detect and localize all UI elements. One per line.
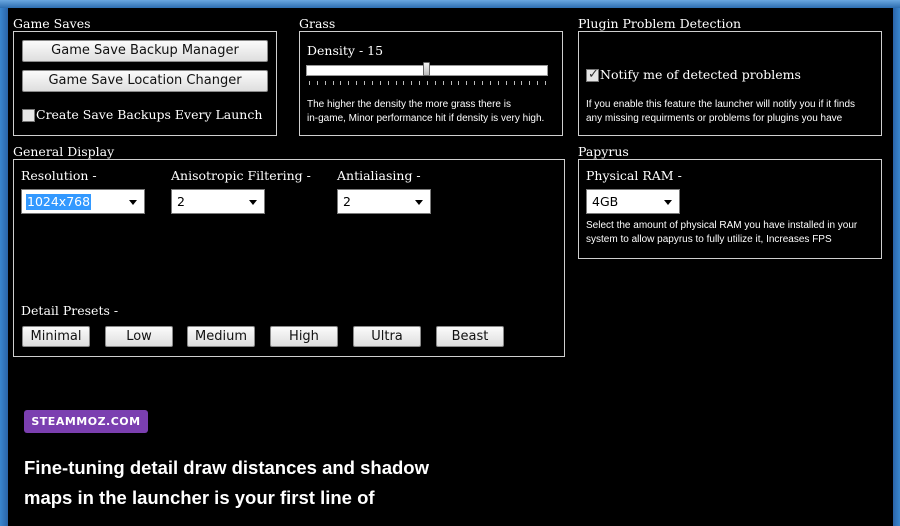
anisotropic-filtering-select[interactable]: 2 [171, 189, 265, 214]
caption-line2: maps in the launcher is your first line … [24, 487, 375, 508]
slider-tick [434, 81, 436, 85]
grass-title: Grass [299, 16, 336, 31]
physical-ram-label: Physical RAM - [586, 168, 682, 183]
preset-beast-button[interactable]: Beast [436, 326, 504, 347]
preset-minimal-button[interactable]: Minimal [22, 326, 90, 347]
papyrus-title: Papyrus [578, 144, 629, 159]
slider-tick [340, 81, 342, 85]
grass-description-line2: in-game, Minor performance hit if densit… [307, 113, 545, 124]
slider-tick [489, 81, 491, 85]
slider-tick [419, 81, 421, 85]
physical-ram-value: 4GB [592, 194, 619, 209]
grass-description-line1: The higher the density the more grass th… [307, 99, 511, 110]
game-save-location-changer-button[interactable]: Game Save Location Changer [22, 70, 268, 92]
resolution-select[interactable]: 1024x768 [21, 189, 145, 214]
density-slider-thumb[interactable] [423, 62, 430, 76]
antialiasing-label: Antialiasing - [337, 168, 421, 183]
slider-tick [324, 81, 326, 85]
preset-low-button[interactable]: Low [105, 326, 173, 347]
slider-tick [387, 81, 389, 85]
chevron-down-icon [415, 200, 423, 205]
chevron-down-icon [129, 200, 137, 205]
slider-tick [458, 81, 460, 85]
detail-presets-label: Detail Presets - [21, 303, 119, 318]
plugin-description-line1: If you enable this feature the launcher … [586, 99, 856, 110]
slider-tick [513, 81, 515, 85]
game-saves-title: Game Saves [13, 16, 91, 31]
slider-tick [521, 81, 523, 85]
plugin-description-line2: any missing requirments or problems for … [586, 113, 843, 124]
slider-tick [427, 81, 428, 85]
slider-tick [309, 81, 310, 85]
papyrus-description-line2: system to allow papyrus to fully utilize… [586, 234, 832, 245]
preset-high-button[interactable]: High [270, 326, 338, 347]
antialiasing-select[interactable]: 2 [337, 189, 431, 214]
preset-medium-button[interactable]: Medium [187, 326, 255, 347]
slider-tick [348, 81, 350, 85]
slider-tick [316, 81, 318, 85]
papyrus-description-line1: Select the amount of physical RAM you ha… [586, 220, 858, 231]
slider-tick [442, 81, 444, 85]
slider-tick [474, 81, 476, 85]
slider-tick [450, 81, 452, 85]
slider-tick [356, 81, 358, 85]
create-backups-checkbox[interactable] [22, 109, 35, 122]
chevron-down-icon [249, 200, 257, 205]
resolution-value: 1024x768 [26, 194, 92, 210]
window-titlebar [0, 0, 900, 8]
general-display-title: General Display [13, 144, 115, 159]
slider-tick [545, 81, 546, 85]
game-save-backup-manager-button[interactable]: Game Save Backup Manager [22, 40, 268, 62]
slider-tick [497, 81, 499, 85]
slider-tick [364, 81, 366, 85]
site-badge: STEAMMOZ.COM [24, 410, 148, 433]
slider-tick [332, 81, 334, 85]
notify-problems-label: Notify me of detected problems [600, 67, 801, 82]
caption-line1: Fine-tuning detail draw distances and sh… [24, 457, 429, 478]
caption-text: Fine-tuning detail draw distances and sh… [24, 453, 544, 513]
slider-tick [411, 81, 413, 85]
density-label: Density - 15 [307, 43, 384, 58]
anisotropic-filtering-value: 2 [177, 194, 185, 209]
preset-ultra-button[interactable]: Ultra [353, 326, 421, 347]
antialiasing-value: 2 [343, 194, 351, 209]
slider-tick [482, 81, 484, 85]
anisotropic-filtering-label: Anisotropic Filtering - [171, 168, 311, 183]
slider-tick [466, 81, 468, 85]
slider-tick [537, 81, 539, 85]
slider-tick [371, 81, 373, 85]
plugin-problem-detection-title: Plugin Problem Detection [578, 16, 742, 31]
notify-problems-checkbox[interactable]: ✓ [586, 67, 599, 82]
physical-ram-select[interactable]: 4GB [586, 189, 680, 214]
slider-tick [395, 81, 397, 85]
checkmark-icon: ✓ [588, 67, 599, 82]
chevron-down-icon [664, 200, 672, 205]
resolution-label: Resolution - [21, 168, 97, 183]
slider-tick [529, 81, 531, 85]
slider-tick [403, 81, 405, 85]
slider-tick [379, 81, 381, 85]
slider-tick [505, 81, 507, 85]
create-backups-label: Create Save Backups Every Launch [36, 107, 263, 122]
